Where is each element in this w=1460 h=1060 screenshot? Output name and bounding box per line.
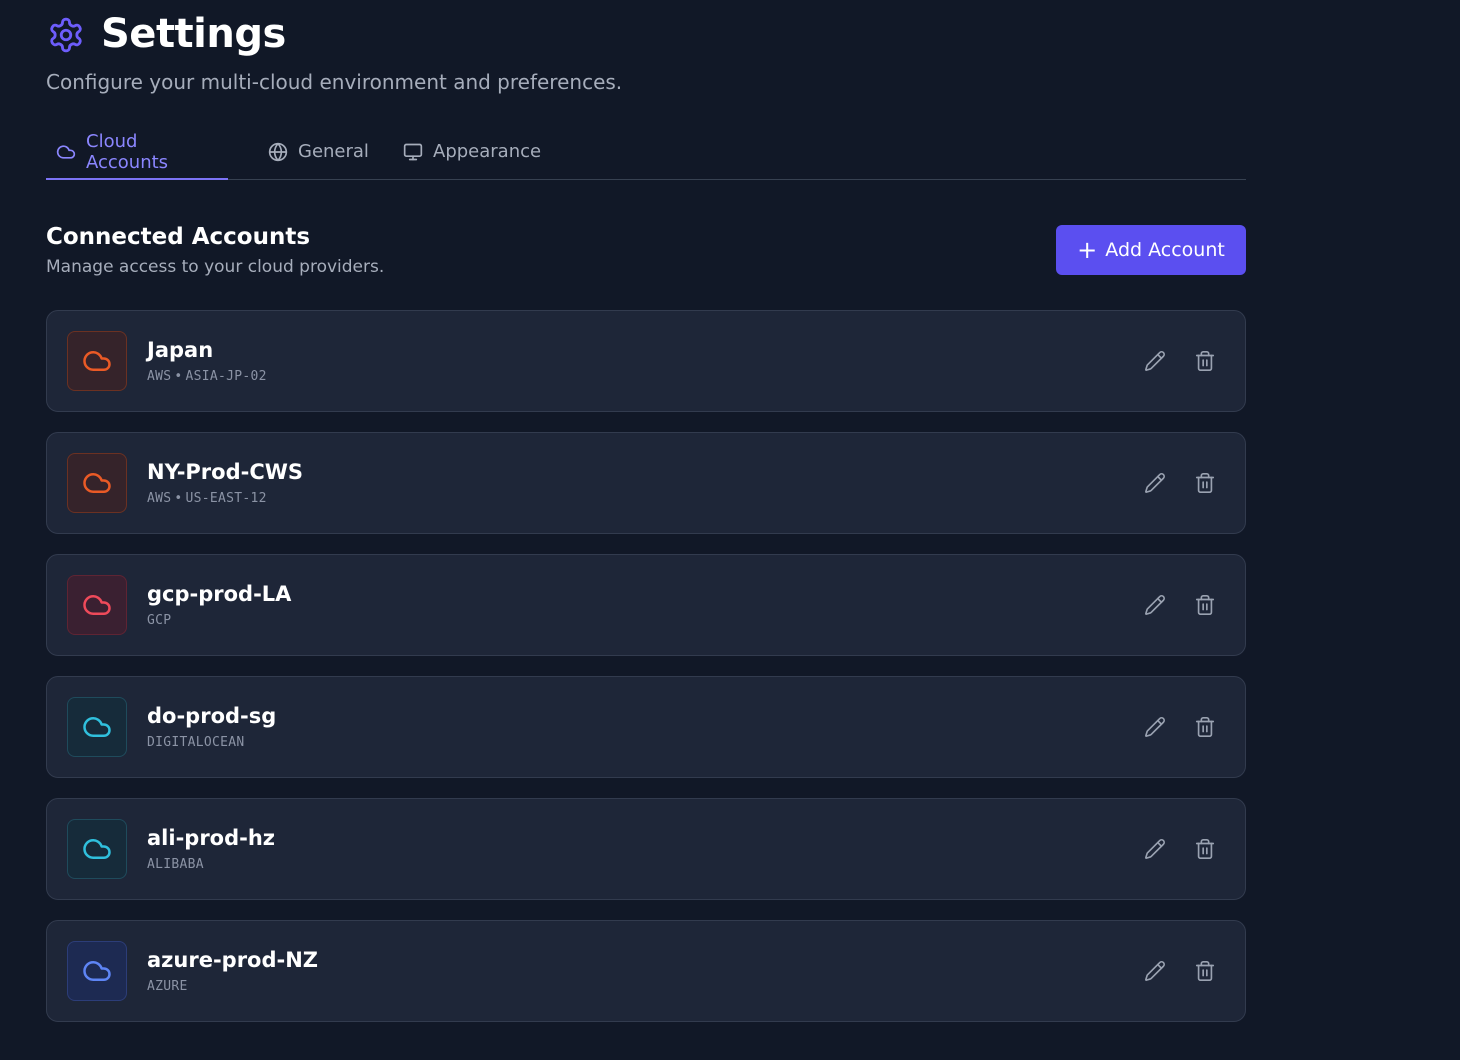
account-provider: AZURE <box>147 979 188 994</box>
delete-button[interactable] <box>1191 713 1219 741</box>
account-provider: ALIBABA <box>147 857 204 872</box>
trash-icon <box>1194 960 1216 982</box>
tab-label: Appearance <box>433 141 542 162</box>
trash-icon <box>1194 716 1216 738</box>
monitor-icon <box>403 142 423 162</box>
provider-icon-box <box>67 941 127 1001</box>
account-provider: AWS <box>147 491 172 506</box>
pencil-icon <box>1144 350 1166 372</box>
account-provider: DIGITALOCEAN <box>147 735 245 750</box>
section-title: Connected Accounts <box>46 224 311 250</box>
edit-button[interactable] <box>1141 835 1169 863</box>
tab-cloud-accounts[interactable]: Cloud Accounts <box>46 124 228 180</box>
delete-button[interactable] <box>1191 835 1219 863</box>
edit-button[interactable] <box>1141 347 1169 375</box>
globe-icon <box>268 142 288 162</box>
page-subtitle: Configure your multi-cloud environment a… <box>46 70 623 94</box>
account-meta: GCP <box>147 612 171 630</box>
account-name: do-prod-sg <box>147 704 277 728</box>
tab-general[interactable]: General <box>258 124 373 179</box>
account-meta: AWS • ASIA-JP-02 <box>147 368 267 386</box>
account-card: do-prod-sg DIGITALOCEAN <box>46 676 1246 778</box>
pencil-icon <box>1144 594 1166 616</box>
edit-button[interactable] <box>1141 713 1169 741</box>
account-name: azure-prod-NZ <box>147 948 319 972</box>
delete-button[interactable] <box>1191 957 1219 985</box>
delete-button[interactable] <box>1191 469 1219 497</box>
account-card: azure-prod-NZ AZURE <box>46 920 1246 1022</box>
provider-icon-box <box>67 819 127 879</box>
section-subtitle: Manage access to your cloud providers. <box>46 257 385 277</box>
separator-dot: • <box>174 491 183 506</box>
account-name: ali-prod-hz <box>147 826 276 850</box>
account-region: ASIA-JP-02 <box>185 369 267 384</box>
cloud-icon <box>56 142 76 162</box>
add-account-button[interactable]: + Add Account <box>1056 225 1246 275</box>
trash-icon <box>1194 350 1216 372</box>
pencil-icon <box>1144 960 1166 982</box>
account-name: gcp-prod-LA <box>147 582 292 606</box>
pencil-icon <box>1144 472 1166 494</box>
cloud-icon <box>82 346 112 376</box>
cloud-icon <box>82 956 112 986</box>
account-card: gcp-prod-LA GCP <box>46 554 1246 656</box>
account-card: NY-Prod-CWS AWS • US-EAST-12 <box>46 432 1246 534</box>
provider-icon-box <box>67 697 127 757</box>
account-card: ali-prod-hz ALIBABA <box>46 798 1246 900</box>
provider-icon-box <box>67 331 127 391</box>
cloud-icon <box>82 590 112 620</box>
trash-icon <box>1194 472 1216 494</box>
provider-icon-box <box>67 575 127 635</box>
separator-dot: • <box>174 369 183 384</box>
account-card: Japan AWS • ASIA-JP-02 <box>46 310 1246 412</box>
add-account-label: Add Account <box>1105 239 1225 261</box>
account-meta: AZURE <box>147 978 188 996</box>
trash-icon <box>1194 594 1216 616</box>
account-name: Japan <box>147 338 214 362</box>
tab-appearance[interactable]: Appearance <box>393 124 543 179</box>
delete-button[interactable] <box>1191 591 1219 619</box>
cloud-icon <box>82 712 112 742</box>
edit-button[interactable] <box>1141 591 1169 619</box>
trash-icon <box>1194 838 1216 860</box>
settings-content: Settings Configure your multi-cloud envi… <box>46 0 1246 1022</box>
pencil-icon <box>1144 838 1166 860</box>
settings-page: Settings Configure your multi-cloud envi… <box>0 0 1460 1060</box>
pencil-icon <box>1144 716 1166 738</box>
account-meta: DIGITALOCEAN <box>147 734 245 752</box>
account-region: US-EAST-12 <box>185 491 267 506</box>
cloud-icon <box>82 834 112 864</box>
account-meta: ALIBABA <box>147 856 204 874</box>
provider-icon-box <box>67 453 127 513</box>
account-meta: AWS • US-EAST-12 <box>147 490 267 508</box>
edit-button[interactable] <box>1141 469 1169 497</box>
account-provider: AWS <box>147 369 172 384</box>
cloud-icon <box>82 468 112 498</box>
accounts-list: Japan AWS • ASIA-JP-02 NY-Prod-CWS AWS •… <box>46 310 1246 1042</box>
tab-label: General <box>298 141 369 162</box>
account-provider: GCP <box>147 613 172 628</box>
page-header: Settings <box>46 0 1246 70</box>
page-title: Settings <box>101 11 286 57</box>
settings-tabs: Cloud Accounts General Appearance <box>46 124 1246 180</box>
edit-button[interactable] <box>1141 957 1169 985</box>
tab-label: Cloud Accounts <box>86 130 169 173</box>
account-name: NY-Prod-CWS <box>147 460 304 484</box>
plus-icon: + <box>1077 236 1098 264</box>
delete-button[interactable] <box>1191 347 1219 375</box>
gear-icon <box>47 16 85 54</box>
